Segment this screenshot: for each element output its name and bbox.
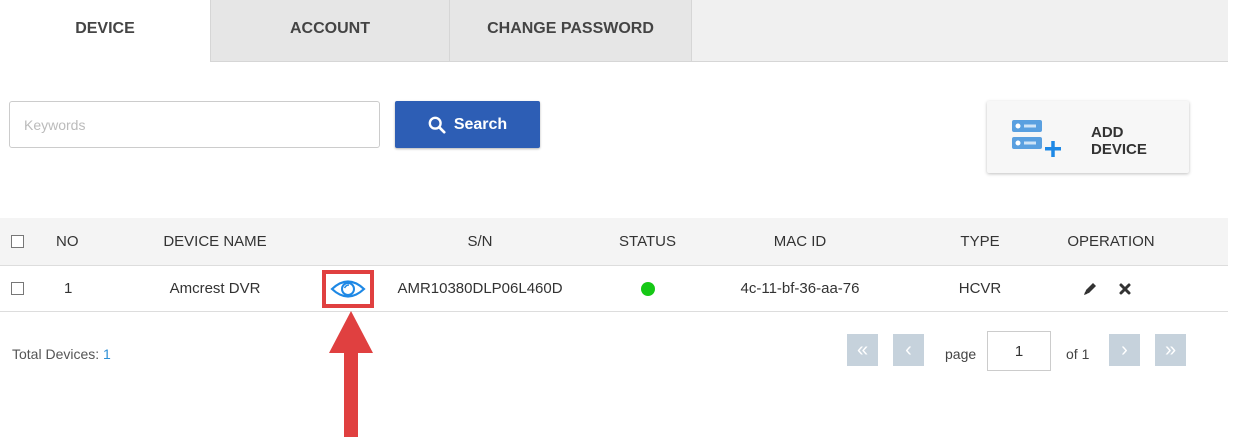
status-online-dot	[640, 281, 655, 296]
row-sn: AMR10380DLP06L460D	[397, 280, 563, 297]
search-icon	[428, 116, 446, 134]
column-header-operation: OPERATION	[1067, 233, 1155, 250]
add-device-label-line2: DEVICE	[1091, 141, 1147, 158]
last-page-button[interactable]: »	[1155, 334, 1186, 366]
table-header: NO DEVICE NAME S/N STATUS MAC ID TYPE OP…	[0, 218, 1228, 266]
add-device-button[interactable]: ADD DEVICE	[987, 101, 1189, 173]
prev-page-button[interactable]: ‹	[893, 334, 924, 366]
row-checkbox[interactable]	[11, 282, 24, 295]
row-type: HCVR	[958, 280, 1002, 297]
add-device-label: ADD DEVICE	[1091, 124, 1171, 158]
select-all-cell	[11, 218, 24, 265]
eye-icon[interactable]	[329, 278, 366, 300]
page-total-label: of 1	[1066, 346, 1090, 362]
row-operations	[1082, 266, 1132, 311]
row-select-cell	[11, 266, 24, 311]
row-no: 1	[64, 280, 73, 297]
add-device-label-line1: ADD	[1091, 124, 1124, 141]
search-input[interactable]	[9, 101, 380, 148]
total-devices: Total Devices: 1	[12, 346, 111, 362]
annotation-highlight-box	[321, 269, 374, 308]
delete-x-icon[interactable]	[1118, 282, 1132, 296]
tab-change-password[interactable]: CHANGE PASSWORD	[450, 0, 692, 61]
first-page-button[interactable]: «	[847, 334, 878, 366]
row-view-cell	[320, 266, 375, 311]
search-button-label: Search	[453, 115, 508, 133]
chevron-right-icon: ›	[1121, 338, 1128, 361]
column-header-device-name: DEVICE NAME	[163, 233, 267, 250]
page-number-input[interactable]	[987, 331, 1051, 371]
total-devices-label: Total Devices:	[12, 346, 100, 362]
search-button[interactable]: Search	[395, 101, 540, 148]
tab-change-password-label: CHANGE PASSWORD	[487, 20, 654, 37]
column-header-sn: S/N	[467, 233, 493, 250]
device-table: NO DEVICE NAME S/N STATUS MAC ID TYPE OP…	[0, 218, 1228, 312]
double-chevron-left-icon: «	[856, 338, 869, 361]
tab-device[interactable]: DEVICE	[0, 0, 210, 62]
edit-pencil-icon[interactable]	[1082, 281, 1098, 297]
row-status	[600, 266, 695, 311]
tab-device-label: DEVICE	[75, 20, 135, 37]
annotation-arrow	[329, 311, 373, 437]
total-devices-count: 1	[103, 346, 111, 362]
column-header-type: TYPE	[960, 233, 1000, 250]
tab-account-label: ACCOUNT	[290, 20, 370, 37]
next-page-button[interactable]: ›	[1109, 334, 1140, 366]
page-label: page	[945, 346, 977, 362]
tab-bar: DEVICE ACCOUNT CHANGE PASSWORD	[0, 0, 1228, 62]
chevron-left-icon: ‹	[905, 338, 912, 361]
select-all-checkbox[interactable]	[11, 235, 24, 248]
row-device-name: Amcrest DVR	[169, 280, 261, 297]
column-header-status: STATUS	[619, 233, 676, 250]
column-header-mac-id: MAC ID	[773, 233, 827, 250]
add-device-icon	[1012, 120, 1061, 157]
table-row: 1 Amcrest DVR AMR10380DLP06L460D 4c-11-b…	[0, 266, 1228, 312]
column-header-no: NO	[56, 233, 79, 250]
row-mac-id: 4c-11-bf-36-aa-76	[740, 280, 860, 297]
double-chevron-right-icon: »	[1164, 338, 1177, 361]
tab-account[interactable]: ACCOUNT	[210, 0, 450, 61]
